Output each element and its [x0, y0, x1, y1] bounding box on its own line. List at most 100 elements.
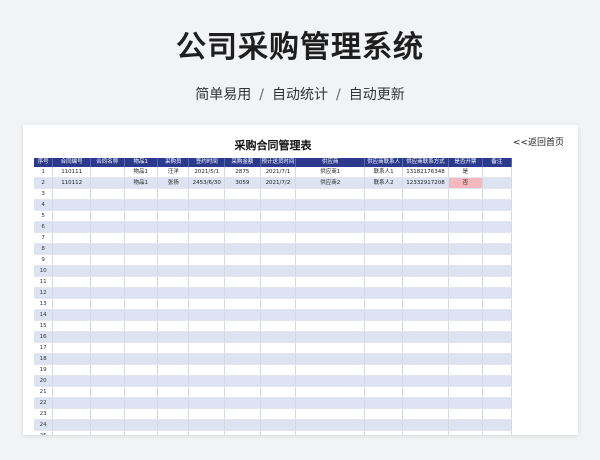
table-cell[interactable]: [295, 430, 366, 435]
table-cell[interactable]: [52, 430, 92, 435]
table-cell[interactable]: [224, 386, 261, 398]
table-cell[interactable]: [482, 221, 513, 233]
table-cell[interactable]: [157, 287, 190, 299]
table-cell[interactable]: [260, 375, 297, 387]
table-cell[interactable]: [482, 167, 513, 178]
table-cell[interactable]: [402, 331, 450, 343]
table-cell[interactable]: 16: [34, 331, 54, 343]
table-cell[interactable]: [448, 331, 483, 343]
table-cell[interactable]: [52, 386, 92, 398]
table-cell[interactable]: [260, 320, 297, 332]
table-cell[interactable]: 12332917208: [402, 177, 450, 189]
table-cell[interactable]: [188, 375, 226, 387]
table-cell[interactable]: [402, 199, 450, 211]
table-cell[interactable]: [52, 254, 92, 266]
table-cell[interactable]: [402, 232, 450, 244]
table-cell[interactable]: [188, 430, 226, 435]
table-cell[interactable]: [364, 331, 404, 343]
table-cell[interactable]: [188, 276, 226, 288]
table-cell[interactable]: [157, 188, 190, 200]
table-cell[interactable]: [224, 430, 261, 435]
table-cell[interactable]: [482, 353, 513, 365]
table-cell[interactable]: [482, 276, 513, 288]
table-cell[interactable]: [157, 265, 190, 277]
table-cell[interactable]: [52, 320, 92, 332]
table-cell[interactable]: [224, 265, 261, 277]
table-cell[interactable]: 供应商1: [295, 167, 366, 178]
table-cell[interactable]: [482, 254, 513, 266]
table-cell[interactable]: [188, 397, 226, 409]
table-cell[interactable]: [124, 243, 159, 255]
table-cell[interactable]: [52, 309, 92, 321]
table-cell[interactable]: [482, 419, 513, 431]
table-cell[interactable]: [295, 254, 366, 266]
table-cell[interactable]: 2021/7/2: [260, 177, 297, 189]
table-cell[interactable]: [224, 397, 261, 409]
table-cell[interactable]: [52, 287, 92, 299]
table-cell[interactable]: [402, 397, 450, 409]
table-cell[interactable]: [90, 309, 125, 321]
table-cell[interactable]: [260, 331, 297, 343]
table-cell[interactable]: [364, 287, 404, 299]
table-cell[interactable]: [90, 188, 125, 200]
table-cell[interactable]: [482, 188, 513, 200]
table-cell[interactable]: [402, 265, 450, 277]
table-cell[interactable]: [90, 320, 125, 332]
table-cell[interactable]: 13: [34, 298, 54, 310]
table-cell[interactable]: [402, 353, 450, 365]
table-cell[interactable]: [224, 320, 261, 332]
table-cell[interactable]: [124, 265, 159, 277]
back-to-home-link[interactable]: <<返回首页: [513, 135, 564, 148]
table-cell[interactable]: [364, 353, 404, 365]
table-cell[interactable]: [402, 254, 450, 266]
table-cell[interactable]: [448, 265, 483, 277]
table-cell[interactable]: [260, 309, 297, 321]
table-cell[interactable]: [124, 397, 159, 409]
table-cell[interactable]: [90, 199, 125, 211]
table-cell[interactable]: [260, 221, 297, 233]
table-cell[interactable]: [364, 430, 404, 435]
table-cell[interactable]: [260, 287, 297, 299]
table-cell[interactable]: [448, 232, 483, 244]
table-cell[interactable]: [402, 342, 450, 354]
table-cell[interactable]: [124, 309, 159, 321]
table-cell[interactable]: [448, 375, 483, 387]
table-cell[interactable]: [90, 419, 125, 431]
table-cell[interactable]: [52, 353, 92, 365]
table-cell[interactable]: [364, 342, 404, 354]
table-cell[interactable]: [157, 221, 190, 233]
table-cell[interactable]: [448, 353, 483, 365]
table-cell[interactable]: [482, 232, 513, 244]
table-cell[interactable]: [224, 199, 261, 211]
table-cell[interactable]: [482, 177, 513, 189]
table-cell[interactable]: [52, 276, 92, 288]
table-cell[interactable]: [402, 210, 450, 222]
table-cell[interactable]: [124, 419, 159, 431]
table-cell[interactable]: [90, 254, 125, 266]
table-cell[interactable]: [188, 386, 226, 398]
table-cell[interactable]: [295, 210, 366, 222]
table-cell[interactable]: 联系人1: [364, 167, 404, 178]
table-cell[interactable]: [52, 364, 92, 376]
table-cell[interactable]: [90, 353, 125, 365]
table-cell[interactable]: [482, 243, 513, 255]
table-cell[interactable]: [448, 298, 483, 310]
table-cell[interactable]: 110112: [52, 177, 92, 189]
table-cell[interactable]: [124, 276, 159, 288]
table-cell[interactable]: [260, 430, 297, 435]
table-cell[interactable]: 2: [34, 177, 54, 189]
table-cell[interactable]: [157, 298, 190, 310]
table-cell[interactable]: [364, 375, 404, 387]
table-cell[interactable]: [188, 221, 226, 233]
table-cell[interactable]: [260, 342, 297, 354]
table-cell[interactable]: [124, 353, 159, 365]
table-cell[interactable]: [124, 199, 159, 211]
table-cell[interactable]: 3: [34, 188, 54, 200]
table-cell[interactable]: [52, 265, 92, 277]
table-cell[interactable]: [364, 408, 404, 420]
table-cell[interactable]: [295, 353, 366, 365]
table-cell[interactable]: [402, 276, 450, 288]
table-cell[interactable]: [224, 375, 261, 387]
table-cell[interactable]: [224, 342, 261, 354]
table-cell[interactable]: [90, 408, 125, 420]
